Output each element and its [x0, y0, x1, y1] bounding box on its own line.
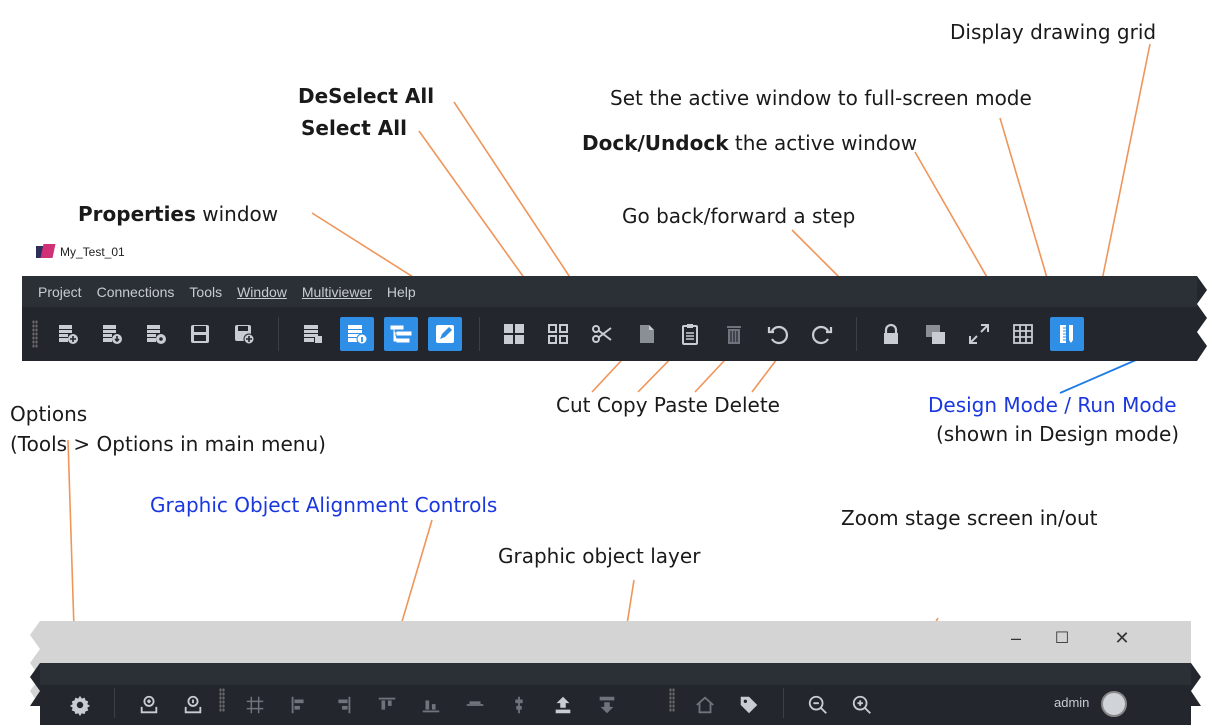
toolbar-edge [1197, 276, 1207, 361]
callout-design-mode-note: (shown in Design mode) [936, 422, 1180, 446]
menu-tools[interactable]: Tools [189, 284, 222, 300]
toolbar-grip[interactable] [219, 688, 225, 712]
align-middle-icon[interactable] [458, 688, 492, 722]
callout-go-back: Go back/forward a step [622, 204, 856, 228]
lock-icon[interactable] [874, 317, 908, 351]
callout-zoom: Zoom stage screen in/out [841, 506, 1098, 530]
undo-icon[interactable] [761, 317, 795, 351]
align-grid-icon[interactable] [238, 688, 272, 722]
callout-deselect-all: DeSelect All [298, 84, 434, 108]
new-project-icon[interactable] [51, 317, 85, 351]
save-as-icon[interactable] [227, 317, 261, 351]
object-download-icon[interactable] [132, 688, 166, 722]
callout-fullscreen: Set the active window to full-screen mod… [610, 86, 1032, 110]
toolbar-separator [783, 688, 784, 718]
align-center-icon[interactable] [502, 688, 536, 722]
dock-icon[interactable] [918, 317, 952, 351]
align-right-icon[interactable] [326, 688, 360, 722]
zoom-in-icon[interactable] [845, 688, 879, 722]
callout-display-grid: Display drawing grid [950, 20, 1157, 44]
menu-bar: Project Connections Tools Window Multivi… [22, 276, 1197, 307]
send-to-back-icon[interactable] [590, 688, 624, 722]
align-top-icon[interactable] [370, 688, 404, 722]
callout-cut-copy: Cut Copy Paste Delete [556, 393, 780, 417]
callout-options-note: (Tools > Options in main menu) [10, 432, 326, 456]
lower-toolbar-edge [1191, 663, 1201, 706]
select-all-icon[interactable] [497, 317, 531, 351]
callout-layer: Graphic object layer [498, 544, 701, 568]
menu-bar-lower [40, 663, 1191, 685]
toolbar-separator [856, 317, 857, 351]
callout-properties-bold: Properties [78, 202, 196, 226]
menu-window[interactable]: Window [237, 284, 287, 300]
paste-icon[interactable] [673, 317, 707, 351]
menu-multiviewer[interactable]: Multiviewer [302, 284, 372, 300]
redo-icon[interactable] [805, 317, 839, 351]
deselect-all-icon[interactable] [541, 317, 575, 351]
project-settings-icon[interactable] [139, 317, 173, 351]
save-icon[interactable] [183, 317, 217, 351]
fullscreen-icon[interactable] [962, 317, 996, 351]
line-grid [1096, 43, 1151, 306]
user-avatar-icon[interactable] [1101, 691, 1127, 717]
callout-select-all: Select All [301, 116, 407, 140]
menu-project[interactable]: Project [38, 284, 82, 300]
line-select [418, 130, 541, 301]
info-panel-icon[interactable] [340, 317, 374, 351]
window-title-text: My_Test_01 [60, 245, 125, 259]
toolbar-separator [479, 317, 480, 351]
callout-deselect-all-text: DeSelect All [298, 84, 435, 108]
home-icon[interactable] [688, 688, 722, 722]
log-icon[interactable] [296, 317, 330, 351]
tag-icon[interactable] [732, 688, 766, 722]
callout-dock-bold: Dock/Undock [582, 131, 729, 155]
grid-icon[interactable] [1006, 317, 1040, 351]
callout-alignment: Graphic Object Alignment Controls [150, 493, 498, 517]
window-title: My_Test_01 [36, 244, 125, 260]
callout-properties-rest: window [195, 202, 279, 226]
gear-icon[interactable] [63, 688, 97, 722]
zoom-out-icon[interactable] [801, 688, 835, 722]
toolbar-grip[interactable] [32, 320, 38, 348]
align-bottom-icon[interactable] [414, 688, 448, 722]
callout-design-mode: Design Mode / Run Mode [928, 393, 1177, 417]
maximize-icon[interactable]: ☐ [1050, 628, 1074, 648]
tree-view-icon[interactable] [384, 317, 418, 351]
toolbar-separator [278, 317, 279, 351]
cut-icon[interactable] [585, 317, 619, 351]
design-mode-icon[interactable] [1050, 317, 1084, 351]
callout-properties: Properties window [78, 202, 278, 226]
line-design-mode [1059, 359, 1137, 394]
callout-dock: Dock/Undock the active window [582, 131, 917, 155]
main-toolbar [22, 307, 1197, 361]
menu-connections[interactable]: Connections [97, 284, 175, 300]
toolbar-grip[interactable] [669, 688, 675, 712]
delete-icon[interactable] [717, 317, 751, 351]
close-icon[interactable]: ✕ [1110, 628, 1134, 649]
callout-options: Options [10, 402, 88, 426]
callout-dock-rest: the active window [728, 131, 918, 155]
bring-to-front-icon[interactable] [546, 688, 580, 722]
line-deselect [453, 101, 586, 301]
app-logo-icon [36, 244, 54, 260]
user-name: admin [1054, 695, 1090, 710]
copy-icon[interactable] [629, 317, 663, 351]
menu-help[interactable]: Help [387, 284, 416, 300]
object-upload-icon[interactable] [176, 688, 210, 722]
toolbar-separator [114, 688, 115, 718]
open-project-icon[interactable] [95, 317, 129, 351]
lower-toolbar [40, 685, 1191, 725]
lower-window-left-edge [30, 621, 40, 706]
properties-icon[interactable] [428, 317, 462, 351]
minimize-icon[interactable]: – [1004, 628, 1028, 649]
align-left-icon[interactable] [282, 688, 316, 722]
callout-select-all-text: Select All [301, 116, 407, 140]
